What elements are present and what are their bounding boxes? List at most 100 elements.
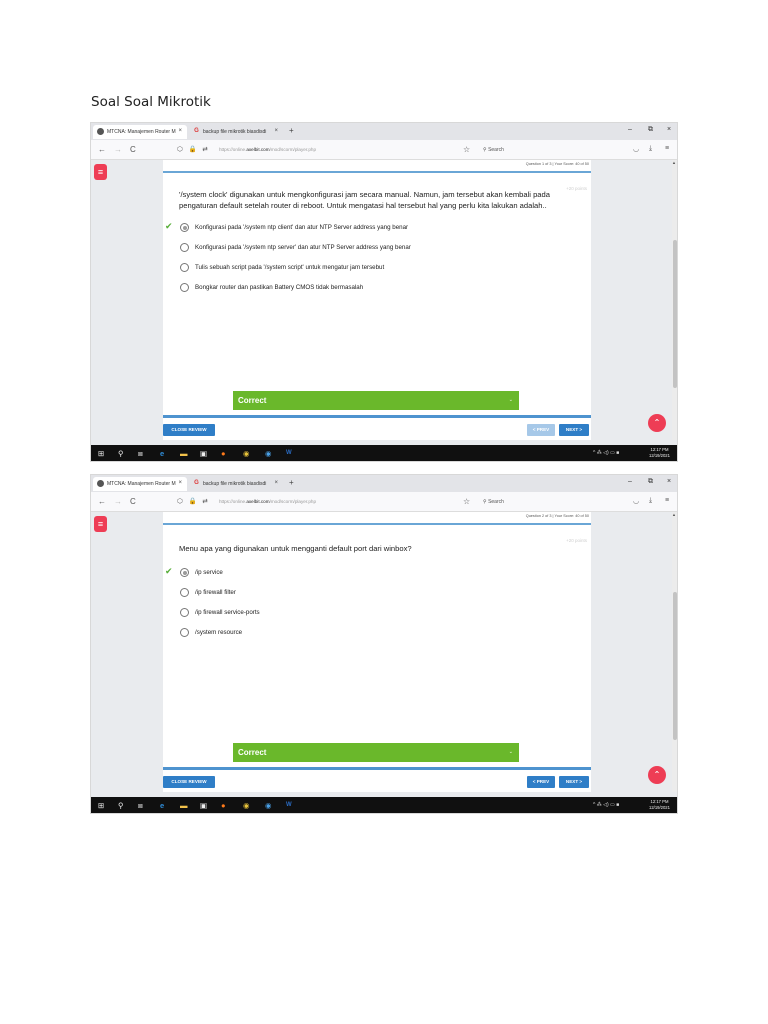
url-bar[interactable]: ⬡ 🔒 ⇄ https://online.axelbit.com/mod/sco…: [171, 144, 461, 156]
scroll-top-button[interactable]: ⌃: [648, 766, 666, 784]
back-button[interactable]: ←: [98, 497, 106, 506]
tab-backup[interactable]: G backup file mikrotik biasdisdi ×: [189, 125, 283, 139]
search-box[interactable]: ⚲ Search: [479, 496, 611, 508]
chrome-icon[interactable]: ◉: [243, 449, 250, 458]
scrollbar-thumb[interactable]: [673, 240, 677, 388]
reload-button[interactable]: C: [130, 497, 136, 506]
edge-icon[interactable]: e: [160, 449, 164, 458]
minimize-button[interactable]: –: [628, 478, 632, 485]
pocket-icon[interactable]: ◡: [633, 497, 639, 505]
app-icon[interactable]: ◉: [265, 449, 272, 458]
scrollbar[interactable]: [672, 160, 677, 440]
store-icon[interactable]: ▣: [200, 801, 207, 810]
option-label: /ip service: [195, 569, 223, 576]
course-menu-button[interactable]: ≡: [94, 516, 107, 532]
close-tab-icon[interactable]: ×: [178, 480, 182, 486]
radio-button[interactable]: [180, 283, 189, 292]
feedback-banner[interactable]: Correct ⌄: [233, 391, 519, 410]
store-icon[interactable]: ▣: [200, 449, 207, 458]
google-icon: G: [194, 128, 199, 134]
radio-button[interactable]: [180, 263, 189, 272]
task-view-icon[interactable]: ⧈: [138, 801, 143, 811]
folder-icon[interactable]: ▬: [180, 449, 188, 458]
answer-option[interactable]: Bongkar router dan pastikan Battery CMOS…: [163, 282, 591, 302]
answer-option[interactable]: Konfigurasi pada '/system ntp server' da…: [163, 242, 591, 262]
next-button[interactable]: NEXT >: [559, 424, 589, 436]
maximize-button[interactable]: ⧉: [648, 478, 653, 486]
radio-button[interactable]: [180, 243, 189, 252]
pocket-icon[interactable]: ◡: [633, 145, 639, 153]
search-icon[interactable]: ⚲: [118, 449, 124, 458]
close-tab-icon[interactable]: ×: [274, 128, 278, 134]
nav-bar: ← → C ⬡ 🔒 ⇄ https://online.axelbit.com/m…: [91, 140, 677, 160]
download-icon[interactable]: ⤓: [649, 145, 652, 153]
word-icon[interactable]: W: [286, 802, 292, 808]
url-bar[interactable]: ⬡ 🔒 ⇄ https://online.axelbit.com/mod/sco…: [171, 496, 461, 508]
answer-option[interactable]: /ip firewall filter: [163, 587, 591, 607]
answer-option[interactable]: /system resource: [163, 627, 591, 647]
chrome-icon[interactable]: ◉: [243, 801, 250, 810]
progress-line: [163, 523, 591, 525]
tab-mtcna[interactable]: MTCNA: Manajemen Router M ×: [93, 477, 187, 491]
search-box[interactable]: ⚲ Search: [479, 144, 611, 156]
folder-icon[interactable]: ▬: [180, 801, 188, 810]
prev-button[interactable]: < PREV: [527, 424, 555, 436]
feedback-label: Correct: [238, 396, 267, 405]
close-tab-icon[interactable]: ×: [178, 128, 182, 134]
course-menu-button[interactable]: ≡: [94, 164, 107, 180]
scroll-up-icon[interactable]: ▲: [672, 160, 676, 165]
taskbar-clock[interactable]: 12:17 PM 12/19/2021: [649, 799, 670, 811]
tab-backup[interactable]: G backup file mikrotik biasdisdi ×: [189, 477, 283, 491]
app-icon[interactable]: ◉: [265, 801, 272, 810]
close-review-button[interactable]: CLOSE REVIEW: [163, 776, 215, 788]
reload-button[interactable]: C: [130, 145, 136, 154]
radio-button[interactable]: [180, 628, 189, 637]
menu-icon[interactable]: ≡: [665, 145, 669, 152]
close-review-button[interactable]: CLOSE REVIEW: [163, 424, 215, 436]
forward-button[interactable]: →: [114, 145, 122, 154]
firefox-icon[interactable]: ●: [221, 449, 226, 458]
url-path: /mod/scorm/player.php: [269, 147, 317, 152]
scrollbar[interactable]: [672, 512, 677, 792]
answer-option[interactable]: Tulis sebuah script pada '/system script…: [163, 262, 591, 282]
radio-button[interactable]: [180, 223, 189, 232]
windows-start-icon[interactable]: ⊞: [98, 449, 104, 458]
tab-mtcna[interactable]: MTCNA: Manajemen Router M ×: [93, 125, 187, 139]
answer-option[interactable]: ✔ /ip service: [163, 566, 591, 587]
firefox-icon[interactable]: ●: [221, 801, 226, 810]
answer-option[interactable]: /ip firewall service-ports: [163, 607, 591, 627]
next-button[interactable]: NEXT >: [559, 776, 589, 788]
radio-button[interactable]: [180, 588, 189, 597]
back-button[interactable]: ←: [98, 145, 106, 154]
word-icon[interactable]: W: [286, 450, 292, 456]
radio-button[interactable]: [180, 568, 189, 577]
bookmark-star-icon[interactable]: ☆: [463, 145, 470, 154]
system-tray-icons[interactable]: ^ ⁂ ◁) ▭ ■: [593, 450, 619, 456]
new-tab-button[interactable]: +: [289, 126, 294, 135]
taskbar: ⊞ ⚲ ⧈ e ▬ ▣ ● ◉ ◉ W ^ ⁂ ◁) ▭ ■ 12:17 PM …: [91, 445, 677, 461]
scroll-top-button[interactable]: ⌃: [648, 414, 666, 432]
close-tab-icon[interactable]: ×: [274, 480, 278, 486]
option-label: Tulis sebuah script pada '/system script…: [195, 264, 385, 271]
system-tray-icons[interactable]: ^ ⁂ ◁) ▭ ■: [593, 802, 619, 808]
download-icon[interactable]: ⤓: [649, 497, 652, 505]
edge-icon[interactable]: e: [160, 801, 164, 810]
taskbar-clock[interactable]: 12:17 PM 12/19/2021: [649, 447, 670, 459]
bookmark-star-icon[interactable]: ☆: [463, 497, 470, 506]
feedback-banner[interactable]: Correct ⌄: [233, 743, 519, 762]
task-view-icon[interactable]: ⧈: [138, 449, 143, 459]
close-window-button[interactable]: ×: [667, 126, 671, 133]
radio-button[interactable]: [180, 608, 189, 617]
scroll-up-icon[interactable]: ▲: [672, 512, 676, 517]
windows-start-icon[interactable]: ⊞: [98, 801, 104, 810]
scrollbar-thumb[interactable]: [673, 592, 677, 740]
close-window-button[interactable]: ×: [667, 478, 671, 485]
search-icon[interactable]: ⚲: [118, 801, 124, 810]
new-tab-button[interactable]: +: [289, 478, 294, 487]
answer-option[interactable]: ✔ Konfigurasi pada '/system ntp client' …: [163, 221, 591, 242]
minimize-button[interactable]: –: [628, 126, 632, 133]
menu-icon[interactable]: ≡: [665, 497, 669, 504]
prev-button[interactable]: < PREV: [527, 776, 555, 788]
forward-button[interactable]: →: [114, 497, 122, 506]
maximize-button[interactable]: ⧉: [648, 126, 653, 134]
